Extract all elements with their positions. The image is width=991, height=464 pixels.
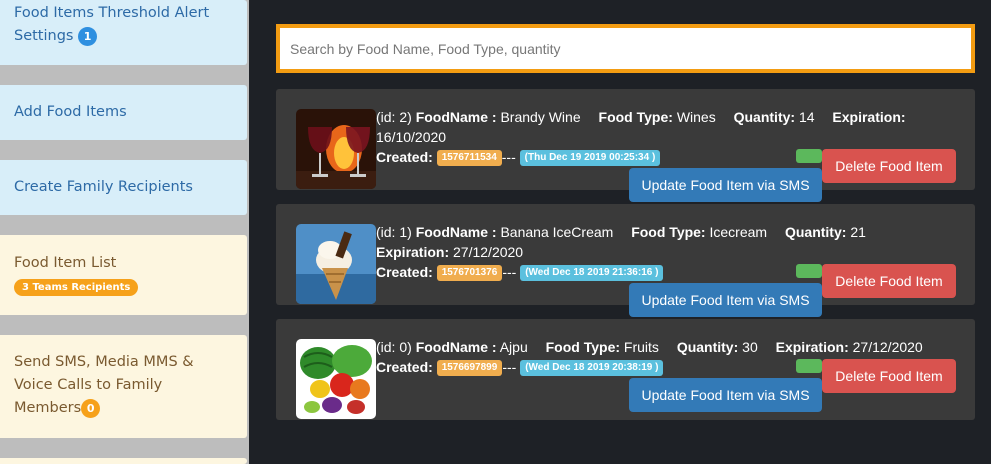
- created-label: Created:: [376, 264, 433, 280]
- foodname-label: FoodName :: [415, 224, 497, 240]
- sidebar: Food Items Threshold Alert Settings 1 Ad…: [0, 0, 249, 464]
- foodname-label: FoodName :: [415, 109, 497, 125]
- sidebar-item-food-list[interactable]: Food Item List 3 Teams Recipients: [0, 235, 247, 315]
- foodtype-label: Food Type:: [545, 339, 621, 355]
- food-id: (id: 1): [376, 224, 412, 240]
- separator: ---: [502, 264, 517, 280]
- food-item-card: (id: 0) FoodName : Ajpu Food Type: Fruit…: [276, 319, 975, 420]
- food-quantity: 30: [742, 339, 758, 355]
- sidebar-item-send-sms[interactable]: Send SMS, Media MMS & Voice Calls to Fam…: [0, 335, 247, 438]
- sidebar-item-label: Food Item List: [14, 255, 117, 271]
- expiration-label: Expiration:: [775, 339, 849, 355]
- recipients-badge: 3 Teams Recipients: [14, 279, 139, 296]
- expiration-label: Expiration:: [832, 109, 906, 125]
- sidebar-item-label: Food Items Threshold Alert Settings: [14, 5, 210, 44]
- search-box: [276, 24, 975, 73]
- update-food-item-sms-button[interactable]: Update Food Item via SMS: [629, 283, 822, 317]
- food-id: (id: 0): [376, 339, 412, 355]
- delete-food-item-button[interactable]: Delete Food Item: [822, 264, 956, 298]
- sidebar-item-label: Send SMS, Media MMS & Voice Calls to Fam…: [14, 354, 194, 416]
- quantity-label: Quantity:: [784, 224, 847, 240]
- sidebar-item-partial: [0, 458, 247, 464]
- created-date-badge: (Wed Dec 18 2019 20:38:19 ): [520, 360, 664, 377]
- created-date-badge: (Wed Dec 18 2019 21:36:16 ): [520, 265, 664, 282]
- delete-food-item-button[interactable]: Delete Food Item: [822, 359, 956, 393]
- created-timestamp-badge: 1576701376: [436, 265, 503, 282]
- food-item-card: (id: 2) FoodName : Brandy Wine Food Type…: [276, 89, 975, 202]
- search-input[interactable]: [280, 28, 971, 69]
- status-toggle[interactable]: [796, 149, 822, 163]
- food-image-wine: [296, 109, 376, 189]
- created-timestamp-badge: 1576711534: [436, 150, 502, 167]
- main-content: (id: 2) FoodName : Brandy Wine Food Type…: [249, 0, 991, 464]
- created-label: Created:: [376, 149, 433, 165]
- food-expiration: 27/12/2020: [852, 339, 923, 355]
- food-image-fruits: [296, 339, 376, 419]
- food-id: (id: 2): [376, 109, 412, 125]
- foodtype-label: Food Type:: [631, 224, 706, 240]
- notification-badge: 1: [78, 26, 98, 46]
- update-food-item-sms-button[interactable]: Update Food Item via SMS: [629, 378, 822, 412]
- food-type: Icecream: [709, 224, 768, 240]
- foodtype-label: Food Type:: [598, 109, 673, 125]
- status-toggle[interactable]: [796, 359, 822, 373]
- created-label: Created:: [376, 359, 433, 375]
- expiration-label: Expiration:: [376, 244, 450, 260]
- food-quantity: 21: [850, 224, 866, 240]
- sidebar-item-label: Add Food Items: [14, 104, 127, 120]
- food-name: Ajpu: [499, 339, 528, 355]
- food-expiration: 27/12/2020: [453, 244, 524, 260]
- foodname-label: FoodName :: [415, 339, 497, 355]
- separator: ---: [501, 149, 516, 165]
- created-date-badge: (Thu Dec 19 2019 00:25:34 ): [519, 150, 661, 167]
- separator: ---: [502, 359, 517, 375]
- quantity-label: Quantity:: [733, 109, 796, 125]
- delete-food-item-button[interactable]: Delete Food Item: [822, 149, 956, 183]
- quantity-label: Quantity:: [676, 339, 739, 355]
- sidebar-item-create-recipients[interactable]: Create Family Recipients: [0, 160, 247, 215]
- food-image-icecream: [296, 224, 376, 304]
- update-food-item-sms-button[interactable]: Update Food Item via SMS: [629, 168, 822, 202]
- sidebar-item-add-food[interactable]: Add Food Items: [0, 85, 247, 140]
- status-toggle[interactable]: [796, 264, 822, 278]
- food-name: Brandy Wine: [500, 109, 581, 125]
- food-type: Fruits: [623, 339, 659, 355]
- food-expiration: 16/10/2020: [376, 129, 447, 145]
- food-type: Wines: [676, 109, 716, 125]
- notification-badge: 0: [81, 398, 101, 418]
- created-timestamp-badge: 1576697899: [436, 360, 503, 377]
- sidebar-item-label: Create Family Recipients: [14, 179, 193, 195]
- sidebar-item-threshold-settings[interactable]: Food Items Threshold Alert Settings 1: [0, 0, 247, 65]
- food-item-card: (id: 1) FoodName : Banana IceCream Food …: [276, 204, 975, 317]
- food-quantity: 14: [798, 109, 815, 125]
- food-name: Banana IceCream: [500, 224, 614, 240]
